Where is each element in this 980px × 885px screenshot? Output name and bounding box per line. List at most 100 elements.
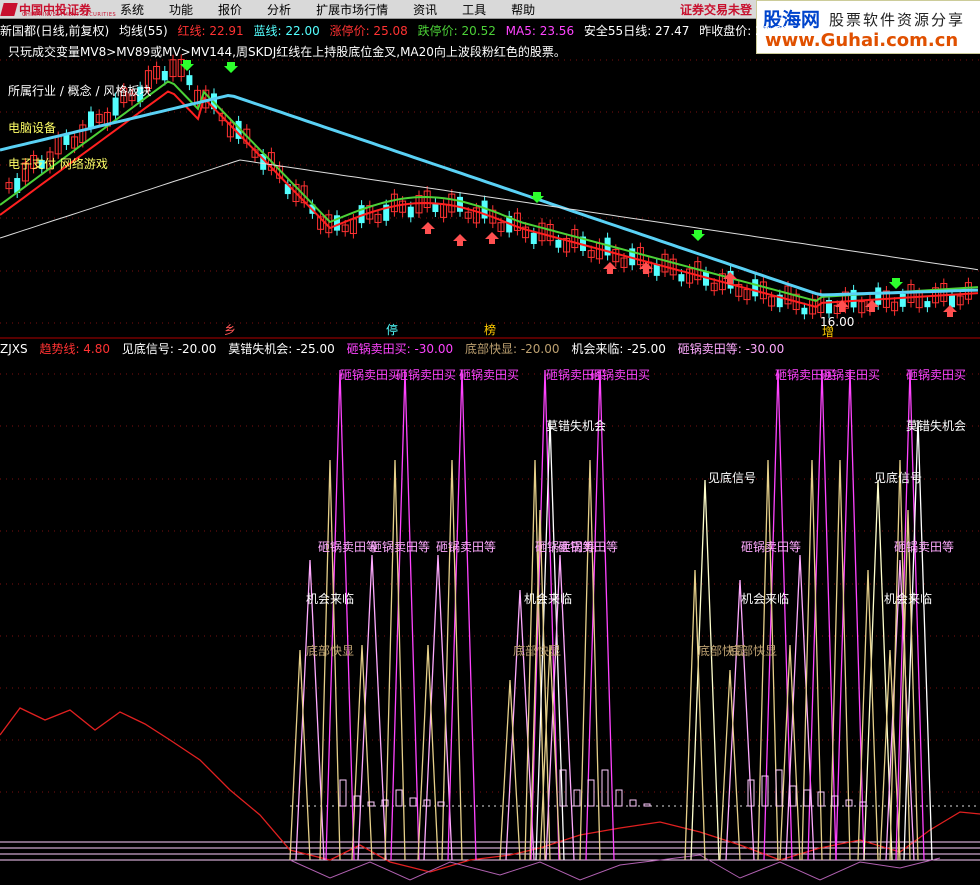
up-arrow-icon [421, 222, 435, 234]
signal-label: 砸锅卖田等 [370, 539, 430, 554]
down-arrow-icon [889, 278, 903, 289]
candle-body-down [530, 232, 537, 245]
buy-value: 砸锅卖田买: -30.00 [346, 342, 454, 356]
up-arrow-icon [485, 232, 499, 244]
chart-canvas: 砸锅卖田买砸锅卖田买 砸锅卖田买 砸锅卖田买砸锅卖田买 砸锅卖田买砸锅卖田买 砸锅卖田买… [0, 54, 980, 881]
indicator-name[interactable]: ZJXS [0, 342, 28, 356]
trend-value: 趋势线: 4.80 [39, 342, 111, 356]
quick-spike [351, 644, 373, 861]
signal-spike [585, 369, 615, 861]
signal-label: 莫错失机会 [906, 418, 966, 433]
signal-label: 砸锅卖田等 [436, 539, 496, 554]
signal-label: 见底信号 [874, 470, 922, 485]
indicator-header: ZJXS 趋势线: 4.80 见底信号: -20.00 莫错失机会: -25.0… [0, 340, 980, 356]
candle-body-down [186, 75, 193, 86]
quick-spike [719, 669, 741, 861]
sector-concept[interactable]: 电子支付 网络游戏 [8, 155, 108, 172]
signal-spike [447, 369, 477, 861]
chance-value: 机会来临: -25.00 [571, 342, 666, 356]
volume-bar [643, 803, 651, 807]
signal-spike [835, 369, 865, 861]
ma-red-line [0, 90, 979, 308]
ma5-value: MA5: 23.56 [505, 24, 575, 38]
candle-body-down [875, 287, 882, 305]
quick-value: 底部快显: -20.00 [464, 342, 560, 356]
quick-spike [579, 459, 601, 861]
site-url: www.Guhai.com.cn [765, 30, 959, 51]
quick-spike [684, 569, 706, 861]
signal-label: 砸锅卖田等 [894, 539, 954, 554]
strategy-note: 只玩成交变量MV8>MV89或MV>MV144,周SKDJ红线在上持股底位金叉,… [8, 45, 566, 59]
signal-label: 砸锅卖田买 [590, 367, 650, 382]
limit-up-value: 涨停价: 25.08 [329, 24, 408, 38]
site-slogan: 股票软件资源分享 [829, 11, 966, 29]
signal-label: 砸锅卖田等 [558, 539, 618, 554]
signal-spike [505, 589, 535, 861]
candle-body-down [407, 206, 414, 218]
candle-body-down [752, 279, 759, 297]
sector-header[interactable]: 所属行业 / 概念 / 风格板块 [8, 82, 151, 99]
mark-c: 榜 [484, 322, 496, 337]
candle-body-down [899, 293, 906, 307]
safe55-value: 安全55日线: 27.47 [583, 24, 690, 38]
signal-label: 机会来临 [524, 592, 572, 606]
blue-line-value: 蓝线: 22.00 [253, 24, 320, 38]
signal-spike [725, 579, 755, 861]
mark-a: 乡 [224, 323, 236, 337]
ma-setting: 均线(55) [119, 24, 168, 38]
candle-body-down [112, 97, 119, 116]
volume-bar [573, 789, 581, 807]
down-arrow-icon [691, 230, 705, 241]
down-arrow-icon [224, 62, 238, 73]
signal-spike [423, 554, 453, 861]
up-arrow-icon [603, 262, 617, 274]
candle-body-down [924, 301, 931, 308]
signal-spike [357, 554, 387, 861]
stock-title[interactable]: 新国都(日线,前复权) [0, 24, 109, 38]
candle-body-down [801, 307, 808, 315]
signal-label: 砸锅卖田买 [459, 367, 519, 382]
indicator-lines [0, 369, 980, 881]
signal-spike [390, 369, 420, 861]
signal-label: 机会来临 [884, 592, 932, 606]
signal-label: 底部快显 [729, 643, 777, 658]
quick-spike [441, 459, 463, 861]
candle-body-down [678, 274, 685, 282]
limit-down-value: 跌停价: 20.52 [417, 24, 496, 38]
volume-bar [629, 799, 637, 807]
quick-spike [857, 569, 879, 861]
moving-averages [0, 80, 979, 308]
volume-bar [339, 779, 347, 807]
candle-body-down [88, 111, 94, 128]
quick-spike [779, 644, 801, 861]
volume-bar [761, 775, 769, 807]
ma-cyan-line [0, 93, 979, 297]
wait-value: 砸锅卖田等: -30.00 [677, 342, 785, 356]
prev-close-value: 昨收盘价: 22.80 [699, 24, 790, 38]
signal-label: 底部快显 [513, 643, 561, 658]
sector-industry[interactable]: 电脑设备 [8, 119, 56, 136]
signal-spike [530, 369, 560, 861]
miss-chance-value: 莫错失机会: -25.00 [228, 342, 335, 356]
volume-bar [587, 779, 595, 807]
signal-label: 见底信号 [708, 470, 756, 485]
mark-d: 增 [822, 325, 834, 339]
wave-line [289, 854, 941, 881]
signal-label: 底部快显 [306, 643, 354, 658]
quick-spike [539, 644, 561, 861]
volume-bar [409, 797, 417, 807]
signal-spike [863, 479, 893, 861]
signal-label: 机会来临 [306, 592, 354, 606]
quick-spike [289, 649, 311, 861]
candle-body-down [432, 203, 439, 213]
signal-label: 机会来临 [741, 592, 789, 606]
signal-label: 砸锅卖田等 [741, 539, 801, 554]
candle-body-down [555, 239, 562, 248]
quick-spike [499, 679, 521, 861]
signal-label: 砸锅卖田等 [318, 539, 378, 554]
candle-body-down [161, 70, 168, 81]
volume-bar [601, 769, 609, 807]
signal-label: 砸锅卖田买 [820, 367, 880, 382]
mark-b: 停 [386, 322, 398, 337]
up-arrow-icon [453, 234, 467, 246]
